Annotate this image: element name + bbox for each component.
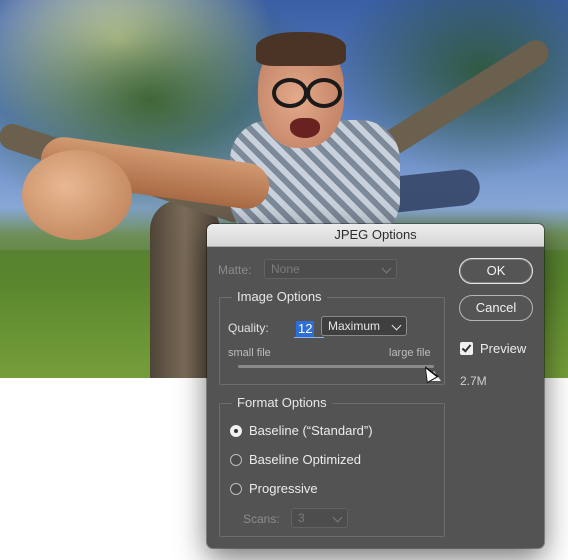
chevron-down-icon — [391, 320, 402, 331]
jpeg-options-dialog: JPEG Options Matte: None OK Cancel Previ… — [207, 224, 544, 548]
ok-button[interactable]: OK — [459, 258, 533, 284]
radio-baseline-standard-label: Baseline (“Standard”) — [249, 423, 373, 438]
image-options-group: Image Options Quality: 12 Maximum small … — [219, 289, 445, 385]
scans-value: 3 — [298, 511, 305, 525]
file-size-readout: 2.7M — [460, 374, 487, 388]
scans-select[interactable]: 3 — [291, 508, 348, 528]
quality-label: Quality: — [228, 321, 269, 335]
preview-checkbox[interactable] — [460, 342, 473, 355]
chevron-down-icon — [381, 263, 392, 274]
person-hair — [256, 32, 346, 66]
glasses-left-lens — [272, 78, 308, 108]
person-mouth — [290, 118, 320, 138]
matte-select[interactable]: None — [264, 259, 397, 279]
chevron-down-icon — [332, 512, 343, 523]
dialog-title: JPEG Options — [207, 224, 544, 247]
quality-input[interactable]: 12 — [294, 320, 324, 338]
slider-max-label: large file — [389, 347, 431, 359]
scans-label: Scans: — [243, 512, 280, 526]
radio-baseline-optimized[interactable] — [230, 454, 242, 466]
image-options-title: Image Options — [232, 289, 327, 304]
person-fist — [22, 150, 132, 240]
glasses-right-lens — [306, 78, 342, 108]
quality-preset-select[interactable]: Maximum — [321, 316, 407, 336]
matte-label: Matte: — [218, 263, 252, 277]
slider-min-label: small file — [228, 347, 271, 359]
quality-preset-value: Maximum — [328, 319, 381, 333]
radio-progressive-label: Progressive — [249, 481, 318, 496]
format-options-group: Format Options Baseline (“Standard”) Bas… — [219, 395, 445, 537]
matte-value: None — [271, 262, 300, 276]
radio-baseline-optimized-label: Baseline Optimized — [249, 452, 361, 467]
quality-value: 12 — [296, 321, 315, 337]
radio-baseline-standard[interactable] — [230, 425, 242, 437]
preview-label: Preview — [480, 341, 527, 356]
quality-slider[interactable] — [238, 365, 434, 368]
cancel-button[interactable]: Cancel — [459, 295, 533, 321]
radio-progressive[interactable] — [230, 483, 242, 495]
format-options-title: Format Options — [232, 395, 332, 410]
